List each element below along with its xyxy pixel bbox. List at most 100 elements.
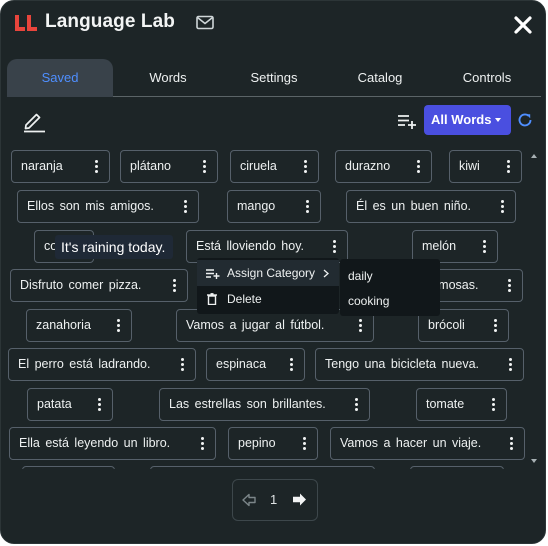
tab-words[interactable]: Words <box>115 59 221 97</box>
tooltip: It's raining today. <box>55 235 174 259</box>
word-chip[interactable]: El perro está ladrando. <box>8 348 196 381</box>
caret-down-icon <box>495 118 501 122</box>
more-vert-icon[interactable] <box>193 151 217 182</box>
word-text: pepino <box>238 436 276 450</box>
word-text: tomate <box>426 397 465 411</box>
word-text: Ella está leyendo un libro. <box>19 436 171 450</box>
word-text: durazno <box>345 159 391 173</box>
word-text: melón <box>422 239 457 253</box>
tab-controls[interactable]: Controls <box>433 59 541 97</box>
more-vert-icon[interactable] <box>163 270 187 301</box>
more-vert-icon[interactable] <box>482 389 506 420</box>
word-text: Vamos a jugar al fútbol. <box>186 318 325 332</box>
category-item-cooking[interactable]: cooking <box>348 294 389 308</box>
word-text: rmosas. <box>434 278 479 292</box>
tab-saved[interactable]: Saved <box>7 59 113 97</box>
word-chip[interactable]: naranja <box>11 150 110 183</box>
word-text: ciruela <box>240 159 277 173</box>
word-chip[interactable]: durazno <box>335 150 432 183</box>
assign-category-label: Assign Category <box>227 266 316 280</box>
word-chip[interactable]: Ella está leyendo un libro. <box>9 427 216 460</box>
more-vert-icon[interactable] <box>473 231 497 262</box>
tab-bar: Saved Words Settings Catalog Controls <box>7 59 541 97</box>
more-vert-icon[interactable] <box>407 151 431 182</box>
word-text: patata <box>37 397 72 411</box>
more-vert-icon[interactable] <box>85 151 109 182</box>
context-menu: Assign Category Delete <box>197 258 339 314</box>
more-vert-icon[interactable] <box>345 389 369 420</box>
word-chip[interactable]: Disfruto comer pizza. <box>10 269 188 302</box>
word-chip[interactable]: tomate <box>416 388 507 421</box>
word-chip-partial[interactable] <box>22 466 115 469</box>
word-text: plátano <box>130 159 172 173</box>
more-vert-icon[interactable] <box>293 428 317 459</box>
next-page-icon[interactable] <box>292 492 307 507</box>
more-vert-icon[interactable] <box>88 389 112 420</box>
word-text: naranja <box>21 159 63 173</box>
word-chip[interactable]: Vamos a hacer un viaje. <box>330 427 525 460</box>
word-text: Disfruto comer pizza. <box>20 278 142 292</box>
word-chip[interactable]: Tengo una bicicleta nueva. <box>315 348 524 381</box>
word-text: Él es un buen niño. <box>356 199 472 213</box>
assign-category-item[interactable]: Assign Category <box>197 260 339 286</box>
word-text: Ellos son mis amigos. <box>27 199 154 213</box>
more-vert-icon[interactable] <box>191 428 215 459</box>
word-chip[interactable]: espinaca <box>206 348 305 381</box>
language-lab-window: Language Lab Saved Words Settings Catalo… <box>0 0 546 544</box>
more-vert-icon[interactable] <box>107 310 131 341</box>
close-icon[interactable] <box>512 14 534 36</box>
scroll-down-arrow-icon[interactable] <box>531 456 537 466</box>
word-chip[interactable]: kiwi <box>449 150 522 183</box>
word-chip[interactable]: pepino <box>228 427 318 460</box>
refresh-icon[interactable] <box>516 111 534 129</box>
tab-catalog[interactable]: Catalog <box>327 59 433 97</box>
word-chip[interactable]: zanahoria <box>26 309 132 342</box>
header: Language Lab <box>1 1 545 49</box>
word-text: Tengo una bicicleta nueva. <box>325 357 480 371</box>
more-vert-icon[interactable] <box>174 191 198 222</box>
playlist-add-icon <box>206 269 220 279</box>
more-vert-icon[interactable] <box>499 349 523 380</box>
word-chip-partial[interactable] <box>410 466 504 469</box>
prev-page-icon[interactable] <box>242 493 256 507</box>
word-chip[interactable]: ciruela <box>230 150 319 183</box>
tab-settings[interactable]: Settings <box>221 59 327 97</box>
word-text: espinaca <box>216 357 267 371</box>
word-text: kiwi <box>459 159 480 173</box>
scroll-up-arrow-icon[interactable] <box>531 151 537 161</box>
playlist-add-icon[interactable] <box>397 112 417 130</box>
word-text: zanahoria <box>36 318 91 332</box>
word-chip-partial[interactable] <box>150 466 375 469</box>
more-vert-icon[interactable] <box>171 349 195 380</box>
word-chip[interactable]: Ellos son mis amigos. <box>17 190 199 223</box>
more-vert-icon[interactable] <box>280 349 304 380</box>
delete-item[interactable]: Delete <box>197 286 339 312</box>
category-item-daily[interactable]: daily <box>348 269 373 283</box>
mail-icon[interactable] <box>196 15 214 30</box>
page-number: 1 <box>270 492 278 507</box>
word-text: mango <box>237 199 276 213</box>
word-chip[interactable]: mango <box>227 190 321 223</box>
more-vert-icon[interactable] <box>498 270 522 301</box>
app-title: Language Lab <box>45 11 175 32</box>
category-filter-dropdown[interactable]: All Words <box>424 105 511 135</box>
more-vert-icon[interactable] <box>294 151 318 182</box>
more-vert-icon[interactable] <box>484 310 508 341</box>
edit-icon[interactable] <box>21 109 47 133</box>
more-vert-icon[interactable] <box>500 428 524 459</box>
word-chip[interactable]: plátano <box>120 150 218 183</box>
word-chip[interactable]: patata <box>27 388 113 421</box>
word-text: Las estrellas son brillantes. <box>169 397 326 411</box>
word-chip[interactable]: Él es un buen niño. <box>346 190 516 223</box>
delete-label: Delete <box>227 292 262 306</box>
word-text: Vamos a hacer un viaje. <box>340 436 482 450</box>
chevron-right-icon <box>323 269 329 278</box>
more-vert-icon[interactable] <box>296 191 320 222</box>
logo-icon <box>15 15 37 31</box>
word-chip[interactable]: Las estrellas son brillantes. <box>159 388 370 421</box>
pagination: 1 <box>232 479 318 521</box>
more-vert-icon[interactable] <box>497 151 521 182</box>
category-submenu: daily cooking <box>340 259 440 316</box>
more-vert-icon[interactable] <box>491 191 515 222</box>
trash-icon <box>207 293 217 305</box>
